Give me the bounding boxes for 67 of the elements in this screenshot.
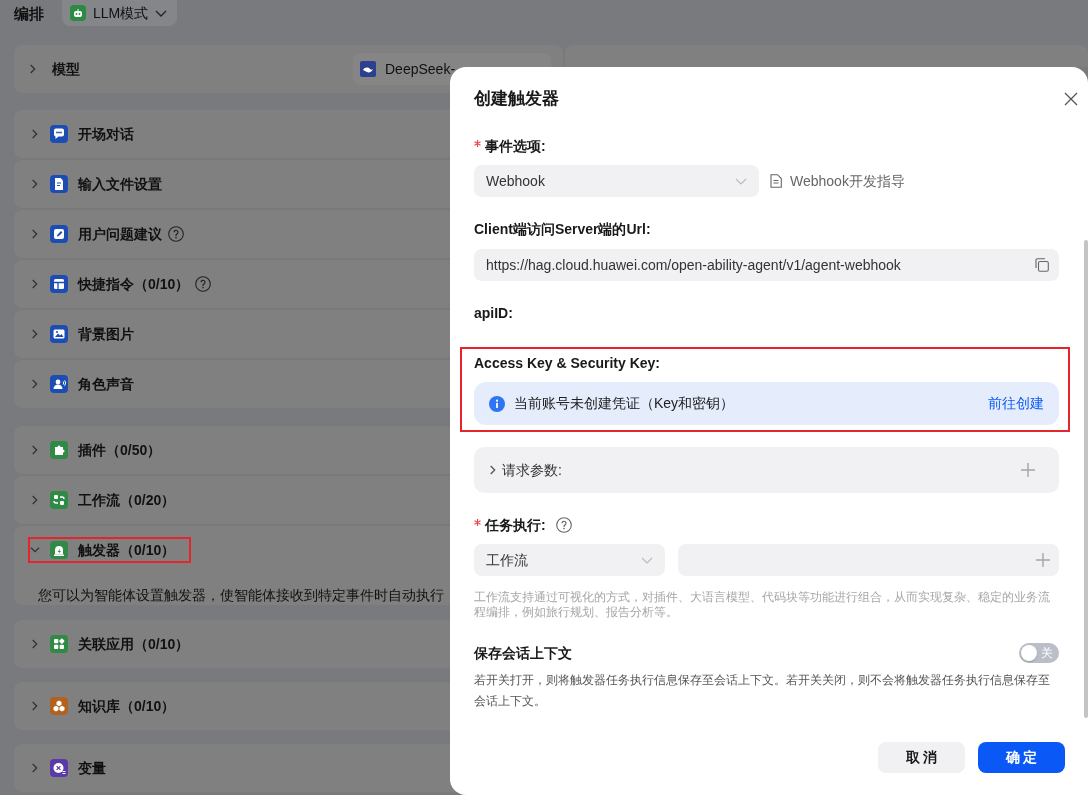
close-button[interactable] [1064,92,1078,106]
chevron-right-icon[interactable] [490,465,496,475]
section-label: 开场对话 [78,125,134,144]
section-label: 用户问题建议 [78,225,162,244]
model-logo-icon [360,61,376,77]
cancel-button[interactable]: 取 消 [878,742,965,773]
section-label: 工作流（0/20） [78,491,176,510]
hint-text: 工作流支持通过可视化的方式，对插件、大语言模型、代码块等功能进行组合，从而实现复杂、稳定的业务流程编排，例如旅行规划、报告分析等。 [474,590,1051,620]
scrollbar[interactable] [1084,240,1088,718]
section-label: 变量 [78,759,106,778]
robot-icon [70,5,86,21]
guide-link[interactable]: Webhook开发指导 [790,170,905,192]
section-label: 触发器（0/10） [78,541,176,560]
field-label: 任务执行: [485,516,546,535]
url-text: https://hag.cloud.huawei.com/open-ability-agent/v1/agent-webhook [486,255,901,275]
field-label: Client端访问Server端的Url: [474,220,651,239]
section-label: 关联应用（0/10） [78,635,190,654]
task-type-select[interactable]: 工作流 [474,544,665,576]
chevron-right-icon[interactable] [32,129,38,139]
field-label: Access Key & Security Key: [474,354,660,373]
chevron-right-icon[interactable] [32,639,38,649]
field-label: apiID: [474,304,513,323]
dialog-title: 创建触发器 [474,88,559,110]
description-text: 若开关打开，则将触发器任务执行信息保存至会话上下文。若开关关闭，则不会将触发器任务执行信息保存至会话上下文。 [474,672,1051,710]
chevron-down-icon[interactable] [30,547,40,553]
chevron-down-icon [735,177,747,185]
section-label: 输入文件设置 [78,175,162,194]
field-label: 事件选项: [485,137,546,156]
plus-icon[interactable] [1021,463,1035,477]
chevron-right-icon[interactable] [32,445,38,455]
notice-text: 当前账号未创建凭证（Key和密钥） [514,394,735,413]
request-params-panel[interactable]: 请求参数: [474,447,1059,493]
event-select[interactable]: Webhook [474,165,759,197]
close-icon [1064,92,1078,106]
info-icon [489,395,505,412]
document-icon [770,174,782,188]
section-label: 快捷指令（0/10） [78,275,190,294]
confirm-button[interactable]: 确 定 [978,742,1065,773]
task-field[interactable] [678,544,1059,576]
chevron-right-icon[interactable] [30,64,36,74]
section-label: 背景图片 [78,325,134,344]
select-value: 工作流 [486,550,528,570]
mode-dropdown[interactable]: LLM模式 [62,0,178,26]
select-value: Webhook [486,171,545,191]
section-description: 您可以为智能体设置触发器，使智能体接收到特定事件时自动执行 [38,586,444,605]
create-link[interactable]: 前往创建 [988,393,1044,414]
chevron-right-icon[interactable] [32,329,38,339]
field-label: 保存会话上下文 [474,644,572,663]
section-label: 角色声音 [78,375,134,394]
chevron-right-icon[interactable] [32,379,38,389]
copy-button[interactable] [1035,258,1049,272]
section-label: 知识库（0/10） [78,697,176,716]
url-field[interactable]: https://hag.cloud.huawei.com/open-ability-agent/v1/agent-webhook [474,249,1059,281]
chevron-right-icon[interactable] [32,229,38,239]
section-label: 模型 [52,60,80,79]
chevron-right-icon[interactable] [32,495,38,505]
copy-icon [1035,258,1049,272]
chevron-down-icon [641,556,653,564]
chevron-right-icon[interactable] [32,179,38,189]
section-label: 插件（0/50） [78,441,162,460]
chevron-right-icon[interactable] [32,701,38,711]
chevron-right-icon[interactable] [32,279,38,289]
plus-icon[interactable] [1036,553,1050,567]
chevron-down-icon [155,9,168,17]
params-label: 请求参数: [502,460,562,480]
page-title: 编排 [14,4,44,24]
chevron-right-icon[interactable] [32,763,38,773]
